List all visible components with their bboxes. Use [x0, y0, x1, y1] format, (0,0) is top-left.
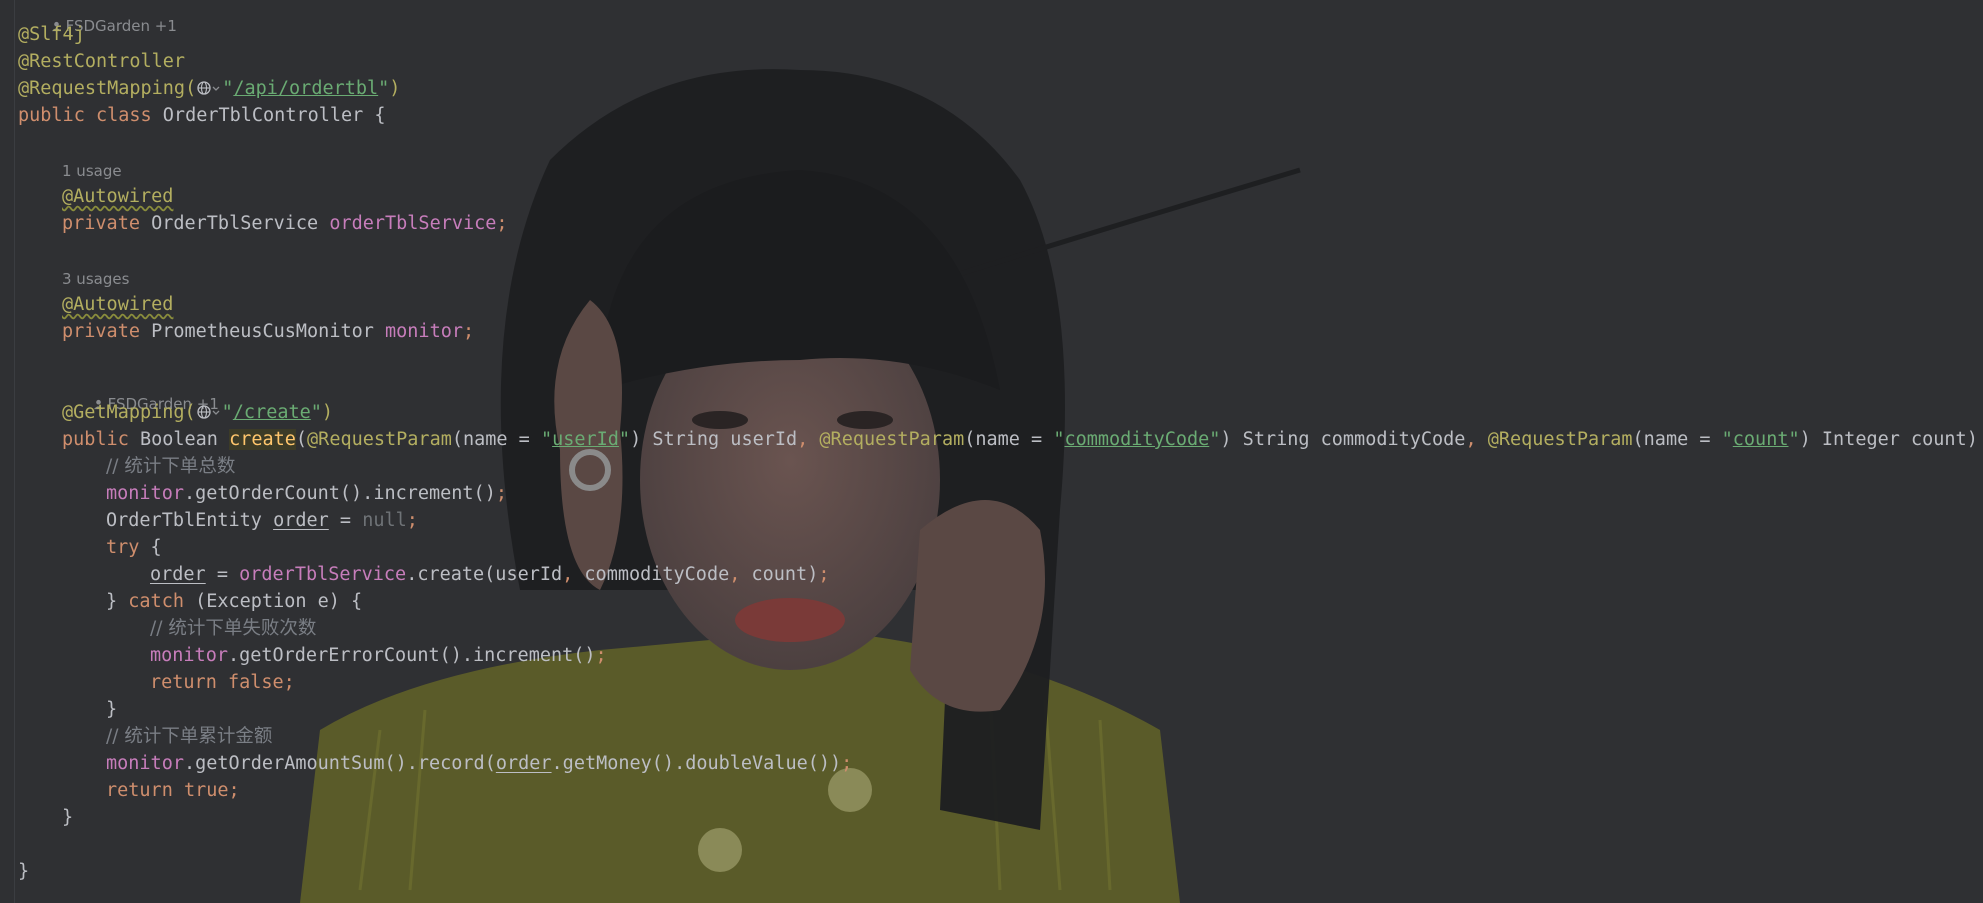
code-line-19: return false; — [150, 672, 295, 693]
code-line-5: @Autowired — [62, 186, 174, 207]
code-line-8: private PrometheusCusMonitor monitor; — [62, 321, 475, 342]
code-area[interactable]: FSDGarden +1 @Slf4j @RestController @Req… — [0, 0, 1983, 903]
url-link[interactable]: /create — [233, 402, 311, 423]
code-line-17: // 统计下单失败次数 — [150, 618, 317, 639]
code-line-20: } — [106, 699, 118, 720]
code-line-16: } catch (Exception e) { — [106, 591, 363, 612]
chevron-down-icon — [212, 86, 220, 91]
code-line-2: @RestController — [18, 51, 186, 72]
code-editor[interactable]: FSDGarden +1 @Slf4j @RestController @Req… — [0, 0, 1983, 903]
code-line-13: OrderTblEntity order = null; — [106, 510, 418, 531]
code-line-12: monitor.getOrderCount().increment(); — [106, 483, 507, 504]
code-line-7: @Autowired — [62, 294, 174, 315]
code-line-15: order = orderTblService.create(userId, c… — [150, 564, 830, 585]
code-line-23: return true; — [106, 780, 240, 801]
url-link[interactable]: /api/ordertbl — [233, 78, 378, 99]
code-line-4: public class OrderTblController { — [18, 105, 386, 126]
code-author-hint[interactable]: FSDGarden +1 — [64, 377, 219, 413]
code-line-22: monitor.getOrderAmountSum().record(order… — [106, 753, 853, 774]
code-line-1: @Slf4j — [18, 24, 85, 45]
usage-hint[interactable]: 1 usage — [62, 162, 122, 180]
code-line-24: } — [62, 807, 74, 828]
code-author-hint[interactable]: FSDGarden +1 — [22, 0, 177, 35]
chevron-down-icon — [212, 410, 220, 415]
code-line-14: try { — [106, 537, 162, 558]
code-line-9: @GetMapping("/create") — [62, 402, 334, 423]
code-line-21: // 统计下单累计金额 — [106, 726, 273, 747]
code-line-18: monitor.getOrderErrorCount().increment()… — [150, 645, 607, 666]
globe-icon[interactable] — [196, 403, 222, 421]
code-line-25: } — [18, 861, 30, 882]
code-line-6: private OrderTblService orderTblService; — [62, 213, 508, 234]
globe-icon[interactable] — [196, 79, 222, 97]
code-line-10: public Boolean create(@RequestParam(name… — [62, 429, 1983, 450]
usage-hint[interactable]: 3 usages — [62, 270, 129, 288]
code-line-3: @RequestMapping("/api/ordertbl") — [18, 78, 401, 99]
code-line-11: // 统计下单总数 — [106, 456, 236, 477]
